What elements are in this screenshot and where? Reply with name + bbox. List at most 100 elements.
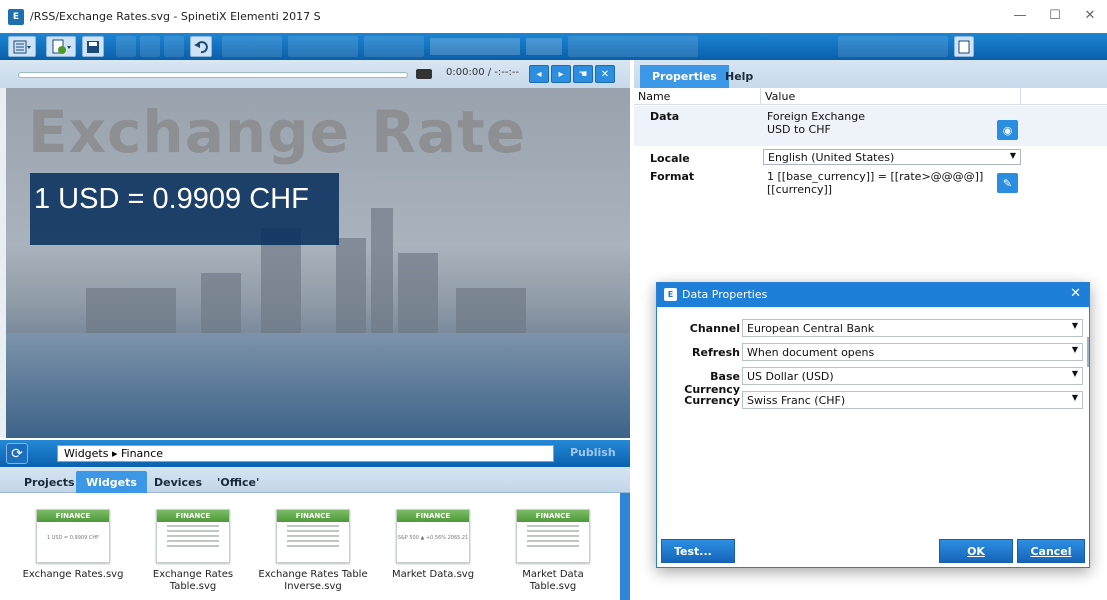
player-time: 0:00:00 / -:--:-- <box>446 67 520 78</box>
dialog-footer: Test... OK Cancel <box>657 535 1089 567</box>
app-icon: E <box>664 288 677 301</box>
timeline-handle[interactable] <box>416 69 432 79</box>
toolbar-disabled-4 <box>222 36 282 57</box>
path-input[interactable]: Widgets ▸ Finance <box>57 445 554 462</box>
refresh-button[interactable]: ⟳ <box>6 443 28 464</box>
tab-office[interactable]: 'Office' <box>207 471 269 493</box>
thumbnail-header: FINANCE <box>517 510 589 522</box>
properties-row-data[interactable] <box>634 106 1107 146</box>
thumbnail-line <box>527 525 579 527</box>
rss-feed-button[interactable]: ◉ <box>997 120 1018 140</box>
maximize-button[interactable]: ☐ <box>1045 8 1065 24</box>
channel-value: European Central Bank <box>747 322 875 335</box>
properties-grid-header: Name Value <box>634 88 1107 105</box>
widget-label: Exchange Rates Table Inverse.svg <box>258 569 368 592</box>
font-family-field[interactable] <box>430 38 520 55</box>
refresh-icon: ⟳ <box>11 445 23 462</box>
ok-button[interactable]: OK <box>939 539 1013 563</box>
test-button[interactable]: Test... <box>661 539 735 563</box>
currency-select[interactable]: Swiss Franc (CHF) ▼ <box>742 391 1083 409</box>
refresh-value: When document opens <box>747 346 875 359</box>
dialog-body: Channel European Central Bank ▼ Refresh … <box>657 307 1089 535</box>
dialog-title-bar: E Data Properties ✕ <box>657 283 1089 307</box>
water-background <box>6 333 630 438</box>
widget-label: Market Data.svg <box>391 569 475 580</box>
base-currency-select[interactable]: US Dollar (USD) ▼ <box>742 367 1083 385</box>
widget-scrollbar[interactable] <box>620 493 630 600</box>
toolbar-disabled-1 <box>116 36 136 57</box>
timeline-track[interactable] <box>18 72 408 78</box>
stop-button[interactable]: ✕ <box>595 65 615 83</box>
undo-button[interactable] <box>190 36 212 57</box>
publish-button[interactable]: Publish <box>570 446 616 459</box>
close-button[interactable]: ✕ <box>1080 8 1100 24</box>
path-bar: ⟳ Widgets ▸ Finance Publish <box>0 440 630 467</box>
property-value-data-line2: USD to CHF <box>767 123 831 136</box>
slide-preview[interactable]: Exchange Rate 1 USD = 0.9909 CHF <box>6 88 630 438</box>
thumbnail-line <box>287 540 339 542</box>
widget-thumbnail: FINANCE <box>156 509 230 563</box>
thumbnail-line <box>167 530 219 532</box>
document-button[interactable] <box>954 36 974 57</box>
widget-item[interactable]: FINANCE Market Data Table.svg <box>498 509 608 593</box>
minimize-button[interactable]: — <box>1010 8 1030 24</box>
property-label-locale: Locale <box>650 152 690 165</box>
new-document-button[interactable] <box>46 36 76 57</box>
thumbnail-line <box>167 540 219 542</box>
chevron-down-icon: ▼ <box>1071 393 1078 402</box>
exchange-rate-text: 1 USD = 0.9909 CHF <box>34 183 309 215</box>
toolbar-disabled-5 <box>288 36 358 57</box>
locale-value: English (United States) <box>768 151 895 164</box>
pencil-icon: ✎ <box>1002 176 1013 190</box>
dialog-scrollbar[interactable] <box>1087 337 1089 367</box>
property-value-format-line1: 1 [[base_currency]] = [[rate>@@@@]] <box>767 170 984 183</box>
thumbnail-line <box>287 525 339 527</box>
channel-select[interactable]: European Central Bank ▼ <box>742 319 1083 337</box>
currency-label: Currency <box>684 394 740 407</box>
chevron-down-icon: ▼ <box>1009 151 1016 160</box>
thumbnail-line <box>167 535 219 537</box>
widget-item[interactable]: FINANCE S&P 500 ▲ +0.56% 2065.21 Market … <box>378 509 488 581</box>
title-bar: E /RSS/Exchange Rates.svg - SpinetiX Ele… <box>0 0 1107 33</box>
widget-thumbnail: FINANCE S&P 500 ▲ +0.56% 2065.21 <box>396 509 470 563</box>
volume-button[interactable]: ◂ <box>529 65 549 83</box>
widget-thumbnail: FINANCE <box>276 509 350 563</box>
app-icon: E <box>8 8 24 25</box>
skyline-building <box>336 238 366 348</box>
tab-widgets[interactable]: Widgets <box>76 471 147 493</box>
pointer-button[interactable]: ☚ <box>573 65 593 83</box>
tab-devices[interactable]: Devices <box>144 471 212 493</box>
widget-item[interactable]: FINANCE Exchange Rates Table Inverse.svg <box>258 509 368 593</box>
chevron-down-icon: ▼ <box>1071 345 1078 354</box>
widget-item[interactable]: FINANCE 1 USD = 0.9909 CHF Exchange Rate… <box>18 509 128 581</box>
widget-list: FINANCE 1 USD = 0.9909 CHF Exchange Rate… <box>0 493 620 600</box>
toolbar-disabled-8 <box>838 36 948 57</box>
property-value-data-line1: Foreign Exchange <box>767 110 865 123</box>
save-button[interactable] <box>82 36 104 57</box>
skyline-building <box>371 208 393 348</box>
data-properties-dialog: E Data Properties ✕ Channel European Cen… <box>656 282 1090 568</box>
widget-label: Exchange Rates.svg <box>22 569 124 580</box>
dialog-close-button[interactable]: ✕ <box>1070 286 1081 301</box>
thumbnail-line <box>287 545 339 547</box>
thumbnail-line <box>527 535 579 537</box>
thumbnail-line <box>167 525 219 527</box>
font-size-field[interactable] <box>526 38 562 55</box>
thumbnail-text: S&P 500 ▲ +0.56% 2065.21 <box>397 535 469 541</box>
locale-select[interactable]: English (United States) ▼ <box>763 149 1021 165</box>
tab-projects[interactable]: Projects <box>14 471 85 493</box>
menu-button[interactable] <box>8 36 36 57</box>
thumbnail-line <box>527 540 579 542</box>
thumbnail-header: FINANCE <box>157 510 229 522</box>
tab-help[interactable]: Help <box>713 65 765 88</box>
base-currency-label: Base Currency <box>684 370 740 396</box>
thumbnail-line <box>287 530 339 532</box>
play-button[interactable]: ▸ <box>551 65 571 83</box>
widget-item[interactable]: FINANCE Exchange Rates Table.svg <box>138 509 248 593</box>
toolbar-disabled-3 <box>164 36 184 57</box>
volume-icon: ◂ <box>536 68 542 80</box>
cancel-button[interactable]: Cancel <box>1017 539 1085 563</box>
document-icon <box>958 40 970 53</box>
edit-format-button[interactable]: ✎ <box>997 173 1018 193</box>
refresh-select[interactable]: When document opens ▼ <box>742 343 1083 361</box>
